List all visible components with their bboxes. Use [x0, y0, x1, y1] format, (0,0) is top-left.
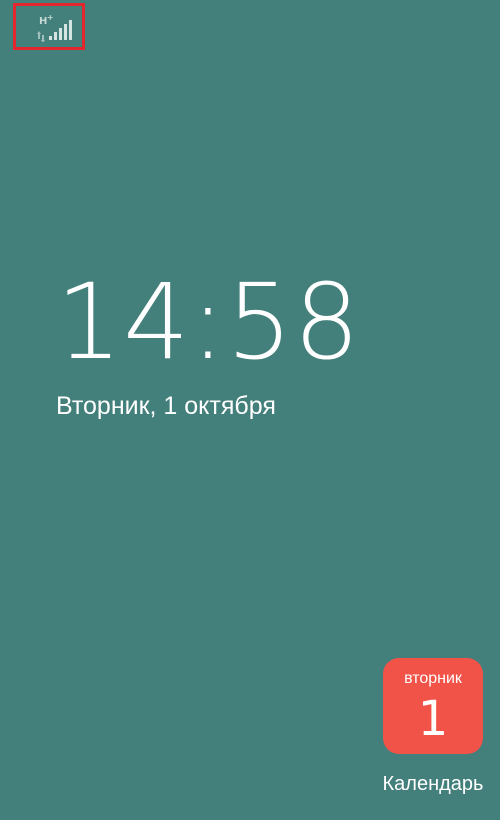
status-bar: H+ [0, 0, 500, 60]
cellular-signal-icon [37, 20, 72, 42]
calendar-weekday: вторник [404, 670, 462, 687]
calendar-day-number: 1 [417, 691, 449, 747]
lockscreen-clock: 14:58 [56, 261, 361, 383]
calendar-icon[interactable]: вторник 1 [383, 658, 483, 754]
lockscreen-date: Вторник, 1 октября [56, 392, 276, 420]
calendar-app-label[interactable]: Календарь [368, 770, 498, 798]
